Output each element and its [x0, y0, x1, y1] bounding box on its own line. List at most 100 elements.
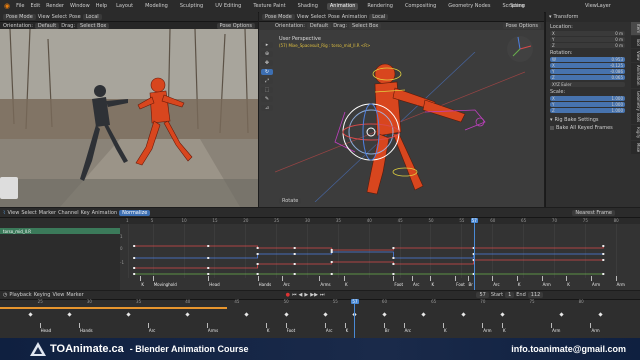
timeline-marker[interactable]: Br: [385, 328, 389, 333]
scale-tool-icon[interactable]: ⤢: [261, 78, 273, 84]
location-y[interactable]: Y 0 m: [550, 37, 625, 42]
keyframe-point[interactable]: [293, 253, 296, 255]
timeline-keyframe[interactable]: [382, 312, 387, 317]
graph-marker[interactable]: Arm: [543, 282, 551, 287]
right-orientation-dropdown[interactable]: Default: [306, 23, 332, 29]
jump-end-icon[interactable]: ⏭: [320, 292, 325, 298]
measure-tool-icon[interactable]: ⊿: [261, 105, 273, 111]
navigation-gizmo[interactable]: [505, 34, 535, 64]
select-tool-icon[interactable]: ▸: [261, 42, 273, 48]
graph-marker[interactable]: Movinghold: [154, 282, 177, 287]
graph-marker[interactable]: Foot: [394, 282, 403, 287]
keyframe-point[interactable]: [207, 245, 210, 247]
playback-menu[interactable]: Playback: [9, 292, 31, 298]
rotate-tool-icon[interactable]: ↻: [261, 69, 273, 75]
sidebar-tab-tool[interactable]: Tool: [631, 36, 640, 48]
scale-x[interactable]: X 1.000: [550, 96, 625, 101]
graph-marker[interactable]: K: [141, 282, 144, 287]
graph-animation-menu[interactable]: Animation: [92, 210, 118, 216]
playhead-line[interactable]: [473, 218, 475, 290]
annotate-tool-icon[interactable]: ✎: [261, 96, 273, 102]
graph-marker[interactable]: Hands: [259, 282, 272, 287]
blender-logo-icon[interactable]: ◉: [4, 2, 10, 10]
timeline-keyframe[interactable]: [559, 312, 564, 317]
fcurve[interactable]: [134, 251, 604, 259]
graph-editor[interactable]: ⌇ View Select Marker Channel Key Animati…: [0, 208, 640, 290]
graph-marker[interactable]: Arc: [493, 282, 500, 287]
menu-file[interactable]: File: [16, 3, 24, 9]
graph-marker[interactable]: Arc: [413, 282, 420, 287]
end-field[interactable]: 112: [527, 292, 544, 298]
rotation-y[interactable]: Y -0.086: [550, 69, 625, 74]
timeline-playhead[interactable]: [354, 299, 356, 338]
timeline-marker[interactable]: K: [503, 328, 506, 333]
view-layer-selector[interactable]: ViewLayer: [585, 3, 611, 9]
rotation-z[interactable]: Z 0.065: [550, 75, 625, 80]
keyframe-point[interactable]: [133, 273, 136, 275]
menu-render[interactable]: Render: [46, 3, 64, 9]
keyframe-point[interactable]: [256, 263, 259, 265]
timeline-marker[interactable]: Arc: [405, 328, 412, 333]
timeline-keyframe[interactable]: [598, 312, 603, 317]
menu-help[interactable]: Help: [96, 3, 107, 9]
keyframe-point[interactable]: [207, 257, 210, 259]
start-field[interactable]: 1: [505, 292, 515, 298]
location-z[interactable]: Z 0 m: [550, 43, 625, 48]
right-pivot-dropdown[interactable]: Local: [369, 13, 389, 20]
left-select-menu[interactable]: Select: [52, 14, 67, 20]
keyframe-point[interactable]: [207, 267, 210, 269]
right-pose-options[interactable]: Pose Options: [502, 23, 541, 29]
sidebar-tab-item[interactable]: Item: [631, 22, 640, 36]
workspace-tab-texture-paint[interactable]: Texture Paint: [250, 3, 288, 10]
workspace-tab-compositing[interactable]: Compositing: [402, 3, 439, 10]
sidebar-tab-geometry-tools[interactable]: Geometry Tools: [631, 88, 640, 124]
timeline-keyframe[interactable]: [500, 312, 505, 317]
timeline-marker[interactable]: Arm: [483, 328, 491, 333]
cursor-tool-icon[interactable]: ⊕: [261, 51, 273, 57]
timeline[interactable]: ◷ Playback Keying View Marker ● ⏮ ◀ ▶ ▶▶…: [0, 291, 640, 338]
normalize-toggle[interactable]: Normalize: [119, 209, 151, 216]
bake-settings-header[interactable]: ▾ Rig Bake Settings: [550, 117, 625, 123]
timeline-marker-menu[interactable]: Marker: [66, 292, 83, 298]
graph-key-menu[interactable]: Key: [81, 210, 90, 216]
keyframe-point[interactable]: [330, 261, 333, 263]
timeline-marker[interactable]: Arc: [326, 328, 333, 333]
timeline-marker[interactable]: Foot: [287, 328, 296, 333]
keyframe-point[interactable]: [293, 263, 296, 265]
playhead-frame-label[interactable]: 57: [470, 218, 478, 223]
timeline-playhead-label[interactable]: 57: [351, 299, 359, 304]
keyframe-point[interactable]: [256, 253, 259, 255]
current-frame-field[interactable]: 57: [476, 292, 489, 298]
left-pose-menu[interactable]: Pose: [69, 14, 81, 20]
location-x[interactable]: X 0 m: [550, 31, 625, 36]
graph-marker[interactable]: Head: [209, 282, 219, 287]
keyframe-point[interactable]: [207, 273, 210, 275]
sidebar-header[interactable]: ▾ Transform: [546, 12, 640, 22]
graph-marker[interactable]: K: [431, 282, 434, 287]
timeline-marker[interactable]: K: [267, 328, 270, 333]
workspace-tab-animation[interactable]: Animation: [326, 2, 359, 10]
right-mode-dropdown[interactable]: Pose Mode: [262, 13, 295, 20]
sidebar-tab-animation[interactable]: Animation: [631, 63, 640, 88]
keyframe-point[interactable]: [330, 249, 333, 251]
right-viewport[interactable]: Pose Mode View Select Pose Animation Loc…: [259, 12, 544, 207]
graph-view-menu[interactable]: View: [7, 210, 19, 216]
graph-marker[interactable]: K: [567, 282, 570, 287]
keyframe-point[interactable]: [602, 259, 605, 261]
workspace-tab-rendering[interactable]: Rendering: [364, 3, 396, 10]
menu-edit[interactable]: Edit: [30, 3, 40, 9]
graph-select-menu[interactable]: Select: [21, 210, 36, 216]
timeline-keyframe[interactable]: [283, 312, 289, 317]
graph-marker[interactable]: K: [345, 282, 348, 287]
scale-y[interactable]: Y 1.000: [550, 102, 625, 107]
keyframe-point[interactable]: [330, 273, 333, 275]
keyframe-point[interactable]: [392, 273, 395, 275]
graph-marker[interactable]: Br: [469, 282, 473, 287]
menu-window[interactable]: Window: [70, 3, 90, 9]
timeline-area[interactable]: 25 30 35 40 45 50 55 57 60 65 70 75 80 Head Hands Arc Ar…: [0, 299, 640, 338]
timeline-keyframe[interactable]: [460, 312, 466, 317]
workspace-tab-layout[interactable]: Layout: [113, 3, 136, 10]
left-viewport[interactable]: Pose Mode View Select Pose Local Orienta…: [0, 12, 258, 207]
keying-menu[interactable]: Keying: [34, 292, 51, 298]
rotation-x[interactable]: X -0.125: [550, 63, 625, 68]
